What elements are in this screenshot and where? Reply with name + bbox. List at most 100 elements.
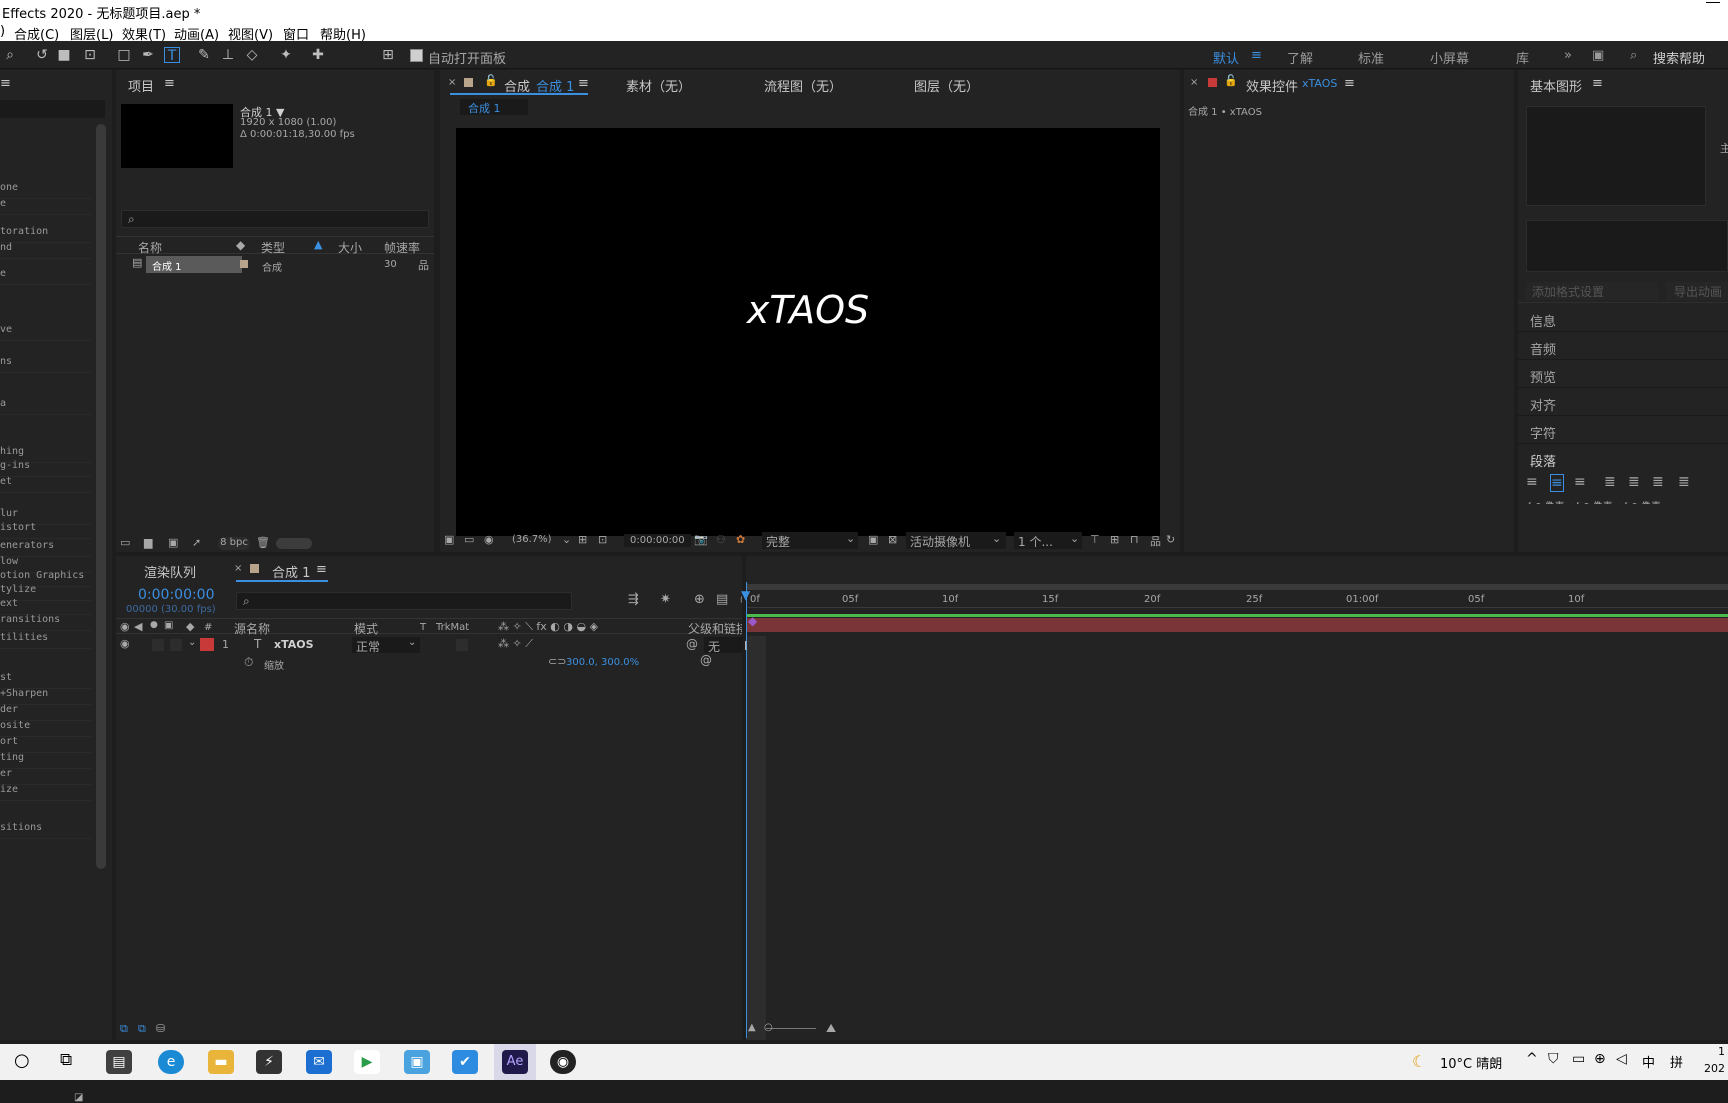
layer-name[interactable]: xTAOS [274,638,314,651]
zoom-tool-icon[interactable]: ⌕ [2,47,18,63]
render-icon[interactable]: ➚ [192,536,201,549]
effect-category-item[interactable]: enerators [0,540,92,557]
monitor-icon[interactable]: ▭ [464,533,474,546]
col-mode[interactable]: 模式 [354,620,378,637]
close-comp-tab-icon[interactable]: × [448,77,456,88]
effect-category-item[interactable]: ransitions [0,614,92,631]
trkmat-box[interactable] [456,639,468,651]
photos-app-icon[interactable]: ▣ [404,1050,430,1074]
layer-switches-toggle-icon[interactable]: ⧉ [138,1022,146,1036]
audio-section[interactable]: 音频 [1518,332,1728,360]
align-right-icon[interactable]: ≡ [1574,474,1586,490]
flowchart-icon[interactable]: 品 [418,257,429,273]
info-section-label[interactable]: 信息 [1530,311,1556,330]
close-timeline-tab-icon[interactable]: × [234,563,242,574]
add-formatting-button[interactable]: 添加格式设置 [1526,282,1658,300]
cortana-search-icon[interactable]: ○ [14,1050,30,1071]
sort-ascending-icon[interactable]: ▲ [314,238,322,251]
draft-3d-icon[interactable]: ✷ [660,592,671,607]
effect-category-item[interactable]: osite [0,720,92,737]
views-select[interactable]: 1 个... ⌄ [1014,532,1082,549]
justify-center-icon[interactable]: ≣ [1628,474,1640,490]
sync-settings-icon[interactable]: ▣ [1592,48,1604,63]
defender-icon[interactable]: ⛉ [1548,1051,1559,1067]
workspace-standard[interactable]: 标准 [1358,48,1384,67]
effect-category-item[interactable]: one [0,182,92,199]
auto-open-checkbox[interactable] [410,49,423,62]
effect-controls-menu-icon[interactable]: ≡ [1344,76,1355,91]
align-section-label[interactable]: 对齐 [1530,395,1556,414]
effect-category-item[interactable]: toration [0,226,92,243]
layer-duration-bar[interactable] [746,618,1728,632]
region-of-interest-icon[interactable]: ⊡ [598,533,607,546]
effect-category-item[interactable]: ort [0,736,92,753]
workspace-default-menu-icon[interactable]: ≡ [1251,48,1262,63]
col-parent-link[interactable]: 父级和链接 [688,620,748,637]
essential-graphics-menu-icon[interactable]: ≡ [1592,76,1603,91]
layer-expand-icon[interactable]: ⌄ [188,637,196,648]
effect-category-item[interactable]: ext [0,598,92,615]
zoom-slider-handle-icon[interactable]: ○ [764,1022,773,1033]
constrain-proportions-icon[interactable]: ⊂⊃ [548,655,566,668]
roto-brush-tool-icon[interactable]: ✦ [278,47,294,63]
resolution-icon[interactable]: ⊞ [578,533,587,546]
effect-category-item[interactable]: +Sharpen [0,688,92,705]
clock-time[interactable]: 1 [1718,1045,1725,1058]
effect-category-item[interactable]: et [0,476,92,493]
render-queue-tab[interactable]: 渲染队列 [144,562,196,581]
thumbnail-zoom-slider[interactable] [276,538,312,549]
effect-category-item[interactable]: sitions [0,822,92,839]
feedback-app-icon[interactable]: ✔ [452,1050,478,1074]
viewer-timecode[interactable]: 0:00:00:00 [624,534,691,547]
timeline-comp-tab[interactable]: 合成 1 [272,562,310,581]
tray-expand-icon[interactable]: ^ [1526,1051,1538,1067]
workspace-default[interactable]: 默认 [1213,48,1239,67]
frame-blending-icon[interactable]: ▤ [716,592,728,607]
effects-menu-icon[interactable]: ≡ [0,76,11,91]
project-panel-menu-icon[interactable]: ≡ [164,76,175,91]
flowchart-tab[interactable]: 流程图（无） [764,76,842,95]
effect-category-item[interactable]: g-ins [0,460,92,477]
preview-section[interactable]: 预览 [1518,360,1728,388]
audio-section-label[interactable]: 音频 [1530,339,1556,358]
flowchart-view-icon[interactable]: ⊓ [1130,533,1139,546]
switches-header-icons[interactable]: ⁂ ✧ ⟍ fx ◐ ◑ ◒ ◈ [498,620,598,634]
item-label-swatch[interactable] [240,260,248,268]
weather-text[interactable]: 10°C 晴朗 [1440,1053,1502,1072]
effects-search-input[interactable] [0,100,105,118]
property-pickwhip-icon[interactable]: @ [700,653,712,667]
camera-tool-icon[interactable]: ■ [56,47,72,63]
battery-icon[interactable]: ▭ [1572,1051,1585,1067]
new-folder-icon[interactable]: ▆ [144,536,152,549]
timeline-search-input[interactable]: ⌕ [236,592,572,610]
layer-row[interactable]: ◉ ⌄ 1 T xTAOS 正常 ⌄ ⁂ ✧ ⟋ @ 无 ⌄ [116,636,784,654]
col-type[interactable]: 类型 [261,239,285,256]
puppet-pin-tool-icon[interactable]: ✚ [310,47,326,63]
comp-breadcrumb[interactable]: 合成 1 [460,99,528,115]
delete-icon[interactable]: 🗑 [256,536,270,549]
quality-select[interactable]: 完整 ⌄ [762,532,858,549]
align-center-icon[interactable]: ≡ [1550,474,1564,492]
project-item-name[interactable]: 合成 1 [152,258,182,273]
info-section[interactable]: 信息 [1518,304,1728,332]
effect-category-item[interactable]: st [0,672,92,689]
align-left-icon[interactable]: ≡ [1526,474,1538,490]
project-item-row[interactable]: ▤ 合成 1 合成 30 品 [116,256,434,274]
paragraph-section[interactable]: 段落 [1518,444,1728,472]
comp-breadcrumb-label[interactable]: 合成 1 [468,100,501,116]
mail-app-icon[interactable]: ✉ [306,1050,332,1074]
comp-mini-flowchart-icon[interactable]: ⇶ [628,592,639,607]
new-comp-icon[interactable]: ▣ [168,536,178,549]
parent-pickwhip-icon[interactable]: @ [686,637,698,651]
effect-category-item[interactable]: der [0,704,92,721]
effect-category-item[interactable]: a [0,398,92,415]
mask-view-icon[interactable]: ◉ [484,533,494,546]
camera-select[interactable]: 活动摄像机 ⌄ [906,532,1006,549]
solo-toggle-icon[interactable]: ● [150,620,158,630]
ime-language[interactable]: 中 [1642,1052,1655,1071]
video-toggle-icon[interactable]: ◉ [120,620,130,633]
timeline-tab-menu-icon[interactable]: ≡ [316,562,327,577]
blend-mode-select[interactable]: 正常 ⌄ [352,637,420,654]
justify-left-icon[interactable]: ≣ [1604,474,1616,490]
always-preview-icon[interactable]: ▣ [444,533,454,546]
